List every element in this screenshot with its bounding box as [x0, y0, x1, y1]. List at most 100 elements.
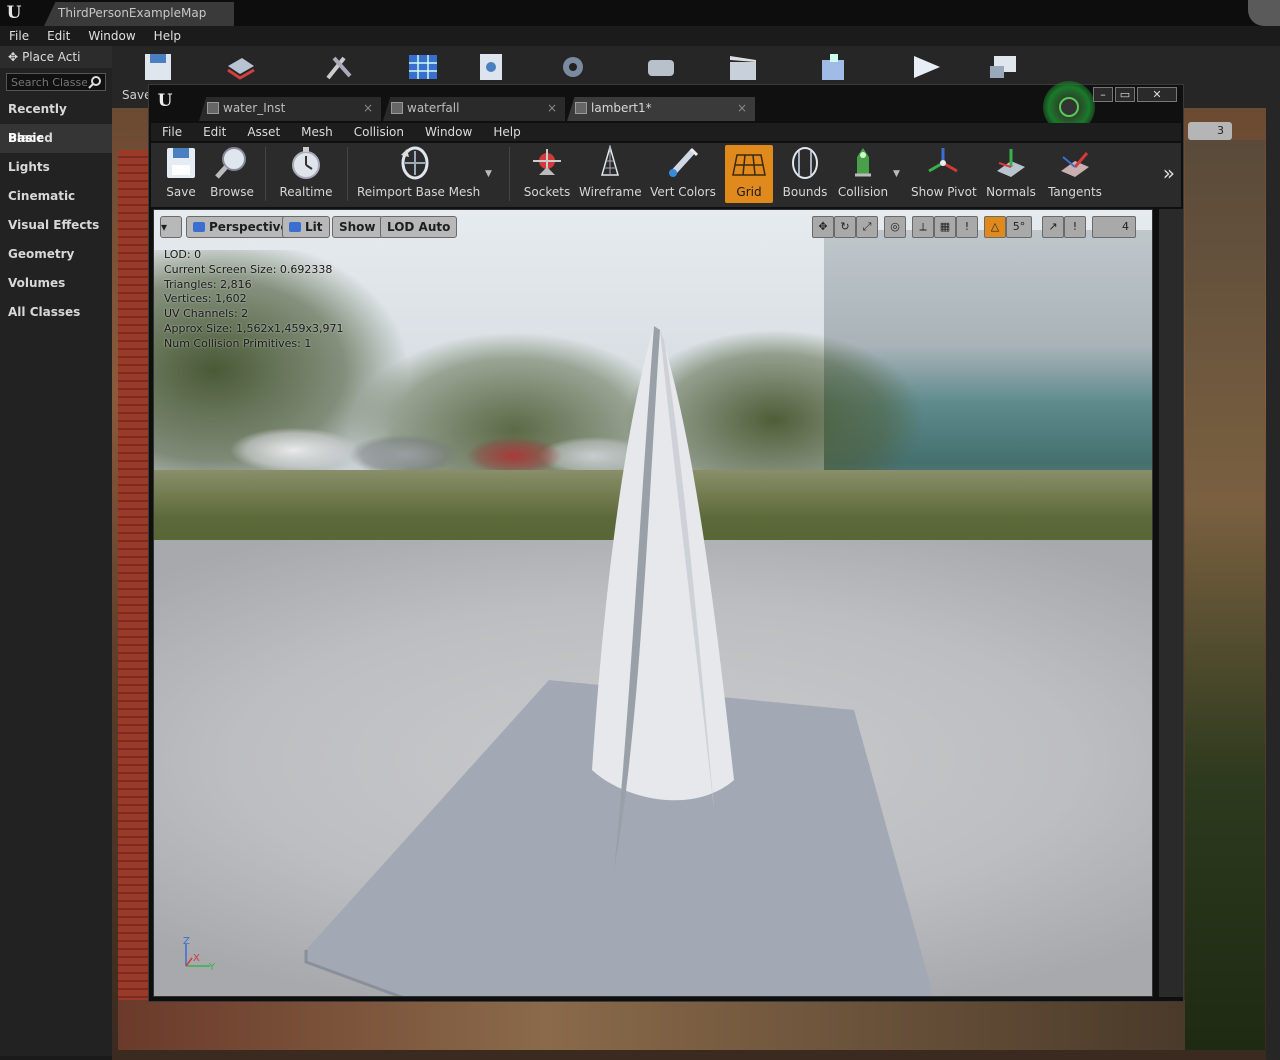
lod-auto-label: LOD Auto: [387, 220, 451, 234]
category-all-classes[interactable]: All Classes: [0, 298, 112, 327]
search-classes-input[interactable]: [7, 74, 87, 90]
rotate-mode-icon[interactable]: ↻: [834, 216, 856, 238]
main-cinematics-icon[interactable]: [726, 52, 760, 82]
realtime-button[interactable]: Realtime: [275, 145, 337, 203]
scale-snap-icon[interactable]: ↗: [1042, 216, 1064, 238]
close-tab-icon[interactable]: ×: [737, 97, 747, 119]
sme-menu-mesh[interactable]: Mesh: [290, 123, 343, 141]
preview-waterfall-mesh: [592, 326, 734, 801]
lod-auto-button[interactable]: LOD Auto: [380, 216, 458, 238]
show-pivot-button[interactable]: Show Pivot: [911, 145, 977, 203]
main-settings-icon[interactable]: [322, 52, 356, 82]
place-actors-header[interactable]: ✥ Place Acti: [0, 46, 112, 68]
grid-button[interactable]: Grid: [725, 145, 773, 203]
main-viewport-camera-speed[interactable]: 3: [1188, 122, 1232, 140]
save-button[interactable]: Save: [159, 145, 203, 203]
tab-waterfall[interactable]: waterfall ×: [383, 97, 565, 121]
sme-menu-window[interactable]: Window: [414, 123, 482, 141]
sme-menu-edit[interactable]: Edit: [192, 123, 236, 141]
grid-snap-icon[interactable]: ▦: [934, 216, 956, 238]
search-classes-box[interactable]: [6, 73, 106, 91]
category-lights[interactable]: Lights: [0, 153, 112, 182]
surface-snap-icon[interactable]: ⟂: [912, 216, 934, 238]
camera-speed-button[interactable]: 4: [1092, 216, 1136, 238]
sme-menu-asset[interactable]: Asset: [236, 123, 290, 141]
rotation-snap-icon[interactable]: △: [984, 216, 1006, 238]
main-device-icon[interactable]: [986, 52, 1020, 82]
sme-titlebar[interactable]: U water_Inst × waterfall × lambert1* × –…: [149, 81, 1183, 133]
reimport-dropdown-arrow-icon[interactable]: ▼: [485, 169, 492, 179]
grid-snap-value-icon[interactable]: !: [956, 216, 978, 238]
category-cinematic[interactable]: Cinematic: [0, 182, 112, 211]
category-recently-placed[interactable]: Recently Placed: [0, 95, 112, 145]
browse-button[interactable]: Browse: [207, 145, 257, 203]
main-blueprints-icon[interactable]: [406, 52, 440, 82]
collision-button[interactable]: Collision: [835, 145, 891, 203]
bounds-icon: [792, 147, 818, 179]
show-pivot-icon: [928, 148, 958, 173]
sockets-icon: [533, 149, 561, 175]
reimport-base-mesh-button[interactable]: Reimport Base Mesh: [357, 145, 481, 203]
toolbar-separator: [347, 147, 348, 201]
details-panel-strip: [1266, 46, 1280, 1060]
main-menu-file[interactable]: File: [0, 26, 38, 46]
close-window-icon[interactable]: ✕: [1137, 87, 1177, 102]
lit-button[interactable]: Lit: [282, 216, 330, 238]
wireframe-button[interactable]: Wireframe: [579, 145, 642, 203]
tab-water-inst[interactable]: water_Inst ×: [199, 97, 381, 121]
main-level-tab[interactable]: ThirdPersonExampleMap: [44, 2, 234, 26]
perspective-button[interactable]: Perspective: [186, 216, 296, 238]
main-save-icon[interactable]: [142, 52, 176, 82]
sme-menu-file[interactable]: File: [151, 123, 192, 141]
stat-screen-size: Current Screen Size: 0.692338: [164, 262, 333, 276]
viewport-ground-scene: [118, 1000, 1185, 1050]
sme-menu-help[interactable]: Help: [482, 123, 530, 141]
main-build-icon[interactable]: [556, 52, 590, 82]
show-button[interactable]: Show: [332, 216, 383, 238]
main-launch-icon[interactable]: [816, 52, 850, 82]
viewport-options-dropdown-icon[interactable]: ▾: [160, 216, 182, 238]
main-titlebar: U ThirdPersonExampleMap: [0, 0, 1280, 26]
maximize-icon[interactable]: ▭: [1115, 87, 1135, 102]
scale-snap-value-icon[interactable]: !: [1064, 216, 1086, 238]
translate-mode-icon[interactable]: ✥: [812, 216, 834, 238]
rotation-snap-value[interactable]: 5°: [1006, 216, 1032, 238]
normals-button[interactable]: Normals: [985, 145, 1037, 203]
main-menu-edit[interactable]: Edit: [38, 26, 79, 46]
bounds-button[interactable]: Bounds: [781, 145, 829, 203]
normals-icon: [997, 149, 1025, 177]
close-tab-icon[interactable]: ×: [363, 97, 373, 119]
category-geometry[interactable]: Geometry: [0, 240, 112, 269]
collision-dropdown-arrow-icon[interactable]: ▼: [893, 169, 900, 179]
sme-menu-collision[interactable]: Collision: [343, 123, 414, 141]
close-tab-icon[interactable]: ×: [547, 97, 557, 119]
coordinate-system-icon[interactable]: ◎: [884, 216, 906, 238]
tab-lambert1[interactable]: lambert1* ×: [567, 97, 755, 121]
main-play-button-icon[interactable]: [910, 52, 944, 82]
stat-vertices: Vertices: 1,602: [164, 292, 247, 306]
lit-label: Lit: [305, 220, 323, 234]
main-play-icon[interactable]: [644, 52, 678, 82]
scale-mode-icon[interactable]: ⤢: [856, 216, 878, 238]
tangents-button[interactable]: Tangents: [1047, 145, 1103, 203]
realtime-icon: [292, 147, 320, 179]
material-icon: [575, 102, 587, 114]
sockets-label: Sockets: [523, 185, 571, 199]
search-icon[interactable]: [88, 75, 102, 89]
mesh-preview-viewport[interactable]: ▾ Perspective Lit Show LOD Auto ✥ ↻ ⤢ ◎ …: [153, 209, 1153, 997]
vert-colors-button[interactable]: Vert Colors: [649, 145, 717, 203]
main-menu-window[interactable]: Window: [79, 26, 144, 46]
sockets-button[interactable]: Sockets: [523, 145, 571, 203]
main-menu-help[interactable]: Help: [145, 26, 190, 46]
category-volumes[interactable]: Volumes: [0, 269, 112, 298]
show-label: Show: [339, 220, 376, 234]
reimport-label: Reimport Base Mesh: [357, 185, 481, 199]
details-panel-collapsed[interactable]: [1159, 209, 1183, 997]
sme-toolbar: Save Browse Realtime Reimport Base Mesh …: [151, 143, 1181, 207]
category-visual-effects[interactable]: Visual Effects: [0, 211, 112, 240]
main-matinee-icon[interactable]: [474, 52, 508, 82]
category-basic[interactable]: Basic: [0, 124, 112, 153]
toolbar-overflow-chevron-icon[interactable]: »: [1163, 161, 1175, 185]
main-content-icon[interactable]: [224, 52, 258, 82]
minimize-icon[interactable]: –: [1093, 87, 1113, 102]
